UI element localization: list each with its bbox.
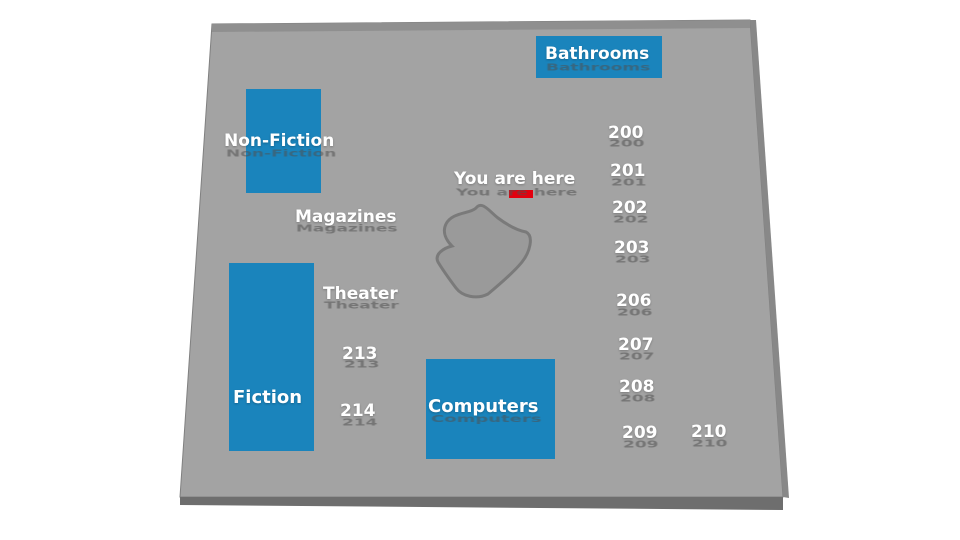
room-200-label[interactable]: 200	[608, 123, 644, 143]
room-209-label[interactable]: 209	[622, 423, 658, 443]
magazines-label: Magazines	[295, 207, 397, 227]
room-207-label[interactable]: 207	[618, 335, 654, 355]
non-fiction-label: Non-Fiction	[224, 131, 335, 151]
computers-label: Computers	[428, 396, 539, 417]
fiction-block[interactable]	[229, 263, 314, 451]
room-201-label[interactable]: 201	[610, 161, 646, 181]
room-206-label[interactable]: 206	[616, 291, 652, 311]
floor-front-edge	[180, 497, 783, 510]
room-208-label[interactable]: 208	[619, 377, 655, 397]
room-213-label[interactable]: 213	[342, 344, 378, 364]
room-210-label[interactable]: 210	[691, 422, 727, 442]
fiction-label: Fiction	[233, 387, 303, 408]
room-202-label[interactable]: 202	[612, 198, 648, 218]
room-203-label[interactable]: 203	[614, 238, 650, 258]
theater-label: Theater	[323, 284, 398, 304]
floor-plate	[179, 19, 789, 510]
you-are-here-label: You are here	[454, 169, 576, 189]
floor-map: Bathrooms Bathrooms Non-Fiction Non-Fict…	[0, 0, 960, 540]
room-214-label[interactable]: 214	[340, 401, 376, 421]
bathrooms-label: Bathrooms	[545, 44, 650, 64]
